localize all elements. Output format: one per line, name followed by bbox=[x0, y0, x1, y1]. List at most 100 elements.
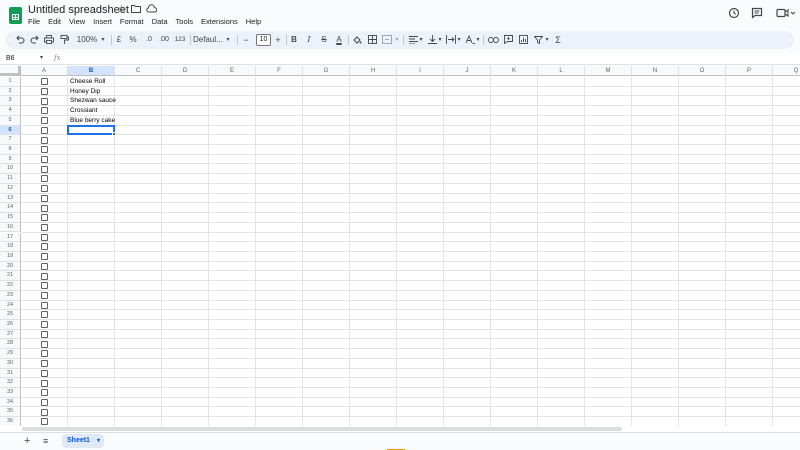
cell-e5[interactable] bbox=[209, 115, 256, 126]
cell-p1[interactable] bbox=[726, 77, 773, 87]
cell-c34[interactable] bbox=[115, 397, 162, 408]
cell-p31[interactable] bbox=[726, 368, 773, 379]
cell-m32[interactable] bbox=[585, 378, 632, 389]
cell-b17[interactable] bbox=[68, 232, 115, 243]
cell-o30[interactable] bbox=[679, 358, 726, 369]
row-header-25[interactable]: 25 bbox=[0, 310, 21, 320]
decrease-font-size-button[interactable]: − bbox=[240, 31, 252, 49]
sheets-logo-icon[interactable] bbox=[9, 7, 22, 24]
cell-p9[interactable] bbox=[726, 154, 773, 165]
checkbox[interactable] bbox=[41, 408, 48, 416]
cell-q32[interactable] bbox=[773, 378, 800, 389]
cell-p8[interactable] bbox=[726, 145, 773, 155]
cell-e7[interactable] bbox=[209, 135, 256, 146]
select-all-corner[interactable] bbox=[0, 66, 21, 76]
cell-k8[interactable] bbox=[491, 145, 538, 155]
cell-p20[interactable] bbox=[726, 261, 773, 272]
cell-j1[interactable] bbox=[444, 77, 491, 87]
cell-j30[interactable] bbox=[444, 358, 491, 369]
cell-g9[interactable] bbox=[303, 154, 350, 165]
cell-j21[interactable] bbox=[444, 271, 491, 282]
cell-p17[interactable] bbox=[726, 232, 773, 243]
column-header-m[interactable]: M bbox=[585, 66, 632, 76]
spreadsheet-grid[interactable]: A B C D E F G H I J K L M N O P Q 1 Cheese Roll 2 Honey Dip 3… bbox=[0, 66, 800, 426]
cell-n13[interactable] bbox=[632, 193, 679, 204]
cell-n30[interactable] bbox=[632, 358, 679, 369]
cell-i10[interactable] bbox=[397, 164, 444, 175]
cell-o8[interactable] bbox=[679, 145, 726, 155]
decrease-decimal-button[interactable]: .0 bbox=[143, 31, 155, 49]
cell-n25[interactable] bbox=[632, 310, 679, 320]
cell-i20[interactable] bbox=[397, 261, 444, 272]
cell-m7[interactable] bbox=[585, 135, 632, 146]
cell-c31[interactable] bbox=[115, 368, 162, 379]
cell-p30[interactable] bbox=[726, 358, 773, 369]
cell-f22[interactable] bbox=[256, 281, 303, 291]
cell-e29[interactable] bbox=[209, 349, 256, 359]
cell-o25[interactable] bbox=[679, 310, 726, 320]
cell-c17[interactable] bbox=[115, 232, 162, 243]
cell-o23[interactable] bbox=[679, 290, 726, 301]
cell-o13[interactable] bbox=[679, 193, 726, 204]
checkbox[interactable] bbox=[41, 360, 48, 368]
cell-c15[interactable] bbox=[115, 213, 162, 223]
cell-d25[interactable] bbox=[162, 310, 209, 320]
cell-g18[interactable] bbox=[303, 242, 350, 252]
cell-o11[interactable] bbox=[679, 174, 726, 184]
cell-d20[interactable] bbox=[162, 261, 209, 272]
cell-m18[interactable] bbox=[585, 242, 632, 252]
cell-i32[interactable] bbox=[397, 378, 444, 389]
cell-o26[interactable] bbox=[679, 320, 726, 330]
cell-e18[interactable] bbox=[209, 242, 256, 252]
font-size-input[interactable]: 10 bbox=[256, 34, 271, 46]
cell-h7[interactable] bbox=[350, 135, 397, 146]
cell-g3[interactable] bbox=[303, 96, 350, 107]
cell-i21[interactable] bbox=[397, 271, 444, 282]
cell-m14[interactable] bbox=[585, 203, 632, 214]
cell-g23[interactable] bbox=[303, 290, 350, 301]
checkbox[interactable] bbox=[41, 398, 48, 406]
cell-g13[interactable] bbox=[303, 193, 350, 204]
cell-i1[interactable] bbox=[397, 77, 444, 87]
more-formats-button[interactable]: 123 bbox=[173, 31, 187, 49]
cell-h9[interactable] bbox=[350, 154, 397, 165]
cell-g33[interactable] bbox=[303, 388, 350, 398]
menu-data[interactable]: Data bbox=[148, 16, 172, 28]
checkbox[interactable] bbox=[41, 117, 48, 125]
cell-i12[interactable] bbox=[397, 183, 444, 194]
cell-k11[interactable] bbox=[491, 174, 538, 184]
cell-q23[interactable] bbox=[773, 291, 800, 301]
cell-i22[interactable] bbox=[397, 281, 444, 291]
cell-j34[interactable] bbox=[444, 397, 491, 408]
cell-h34[interactable] bbox=[350, 397, 397, 408]
cell-l21[interactable] bbox=[538, 271, 585, 282]
cell-d16[interactable] bbox=[162, 222, 209, 233]
cell-i35[interactable] bbox=[397, 407, 444, 418]
cell-n10[interactable] bbox=[632, 164, 679, 175]
cell-p26[interactable] bbox=[726, 320, 773, 330]
cell-f8[interactable] bbox=[256, 145, 303, 155]
cell-e17[interactable] bbox=[209, 232, 256, 243]
cell-f35[interactable] bbox=[256, 407, 303, 418]
cell-k14[interactable] bbox=[491, 203, 538, 214]
cell-e28[interactable] bbox=[209, 339, 256, 350]
percent-button[interactable]: % bbox=[128, 31, 138, 49]
cell-d6[interactable] bbox=[162, 125, 209, 136]
cell-h4[interactable] bbox=[350, 106, 397, 116]
cell-d34[interactable] bbox=[162, 397, 209, 408]
rotation-chevron-down-icon[interactable]: ▾ bbox=[475, 31, 481, 49]
cell-k22[interactable] bbox=[491, 281, 538, 291]
cell-f25[interactable] bbox=[256, 310, 303, 320]
cell-g8[interactable] bbox=[303, 145, 350, 155]
cell-b36[interactable] bbox=[68, 417, 115, 426]
cell-p34[interactable] bbox=[726, 397, 773, 408]
cell-j25[interactable] bbox=[444, 310, 491, 320]
zoom-select[interactable]: 100% bbox=[76, 31, 98, 49]
checkbox[interactable] bbox=[41, 369, 48, 377]
cell-m5[interactable] bbox=[585, 115, 632, 126]
cell-e27[interactable] bbox=[209, 329, 256, 340]
cell-o15[interactable] bbox=[679, 213, 726, 223]
cell-k33[interactable] bbox=[491, 388, 538, 398]
cell-q20[interactable] bbox=[773, 262, 800, 272]
cell-b16[interactable] bbox=[68, 222, 115, 233]
